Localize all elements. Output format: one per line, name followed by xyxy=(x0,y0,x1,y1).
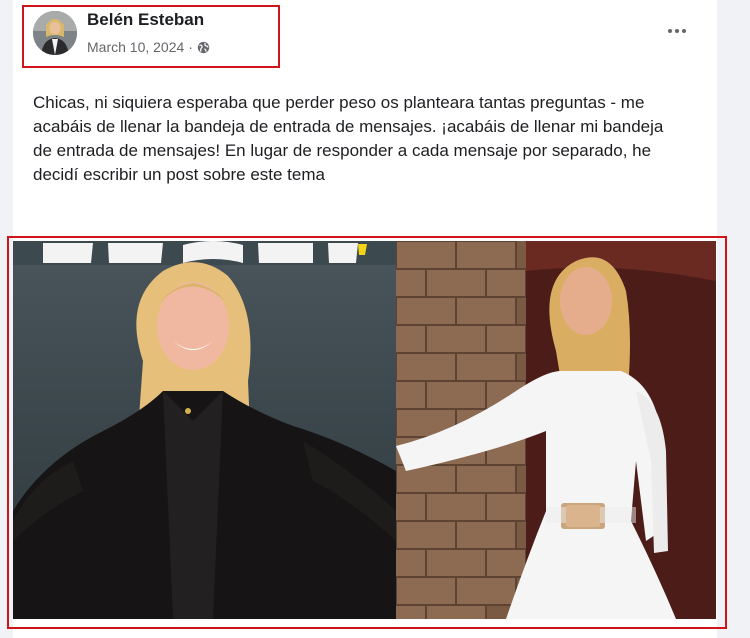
post-text: Chicas, ni siquiera esperaba que perder … xyxy=(33,93,664,184)
more-options-button[interactable] xyxy=(660,20,694,42)
image-highlight-box xyxy=(7,236,727,629)
header-highlight-box xyxy=(22,5,280,68)
more-options-dot xyxy=(675,29,679,33)
more-options-icon xyxy=(668,29,672,33)
more-options-dot xyxy=(682,29,686,33)
